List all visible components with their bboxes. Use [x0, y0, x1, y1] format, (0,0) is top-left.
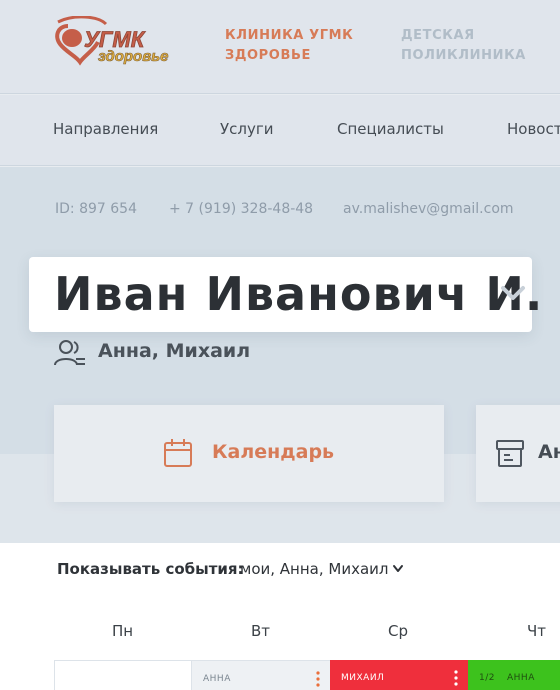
clinic-ugmk-link[interactable]: КЛИНИКА УГМК ЗДОРОВЬЕ	[225, 26, 353, 66]
users-icon	[54, 340, 85, 366]
patient-name-dropdown[interactable]: Иван Иванович И.	[29, 257, 542, 332]
event-tue-label: АННА	[203, 674, 231, 684]
main-nav: Направления Услуги Специалисты Новости	[0, 95, 560, 166]
more-vertical-icon[interactable]	[454, 670, 458, 686]
event-wed[interactable]: МИХАИЛ	[330, 660, 468, 690]
calendar-cell-mon[interactable]	[54, 660, 192, 690]
children-clinic-line2: ПОЛИКЛИНИКА	[401, 48, 526, 63]
day-header-thu: Чт	[527, 622, 547, 640]
children-clinic-link[interactable]: ДЕТСКАЯ ПОЛИКЛИНИКА	[401, 26, 526, 66]
events-filter-label: Показывать события:	[57, 560, 244, 578]
event-thu-label: АННА	[507, 673, 535, 683]
nav-item-services[interactable]: Услуги	[220, 120, 273, 138]
patient-name: Иван Иванович И.	[54, 267, 544, 321]
site-header: УГМК здоровье КЛИНИКА УГМК ЗДОРОВЬЕ ДЕТС…	[0, 0, 560, 94]
page: УГМК здоровье КЛИНИКА УГМК ЗДОРОВЬЕ ДЕТС…	[0, 0, 560, 690]
event-tue[interactable]: АННА	[192, 660, 330, 690]
event-wed-label: МИХАИЛ	[341, 673, 385, 683]
family-names: Анна, Михаил	[98, 340, 251, 362]
event-thu-count: 1/2	[479, 673, 495, 683]
day-header-tue: Вт	[251, 622, 271, 640]
nav-item-directions[interactable]: Направления	[53, 120, 158, 138]
chevron-down-icon	[501, 286, 525, 300]
svg-text:здоровье: здоровье	[98, 48, 169, 65]
clinic-ugmk-line2: ЗДОРОВЬЕ	[225, 48, 311, 63]
children-clinic-line1: ДЕТСКАЯ	[401, 28, 475, 43]
day-header-mon: Пн	[112, 622, 134, 640]
nav-item-news[interactable]: Новости	[507, 120, 560, 138]
profile-foreground: Иван Иванович И. Анна, Михаил	[0, 167, 560, 543]
nav-item-specialists[interactable]: Специалисты	[337, 120, 444, 138]
clinic-ugmk-line1: КЛИНИКА УГМК	[225, 28, 354, 43]
ugmk-logo[interactable]: УГМК здоровье	[54, 16, 194, 66]
day-header-wed: Ср	[388, 622, 408, 640]
event-thu[interactable]: 1/2 АННА	[468, 660, 560, 690]
caret-down-icon[interactable]	[392, 564, 404, 574]
events-filter-dropdown[interactable]: мои, Анна, Михаил	[240, 560, 388, 578]
calendar-section: Показывать события: мои, Анна, Михаил Пн…	[0, 543, 560, 690]
more-vertical-icon[interactable]	[316, 671, 320, 687]
